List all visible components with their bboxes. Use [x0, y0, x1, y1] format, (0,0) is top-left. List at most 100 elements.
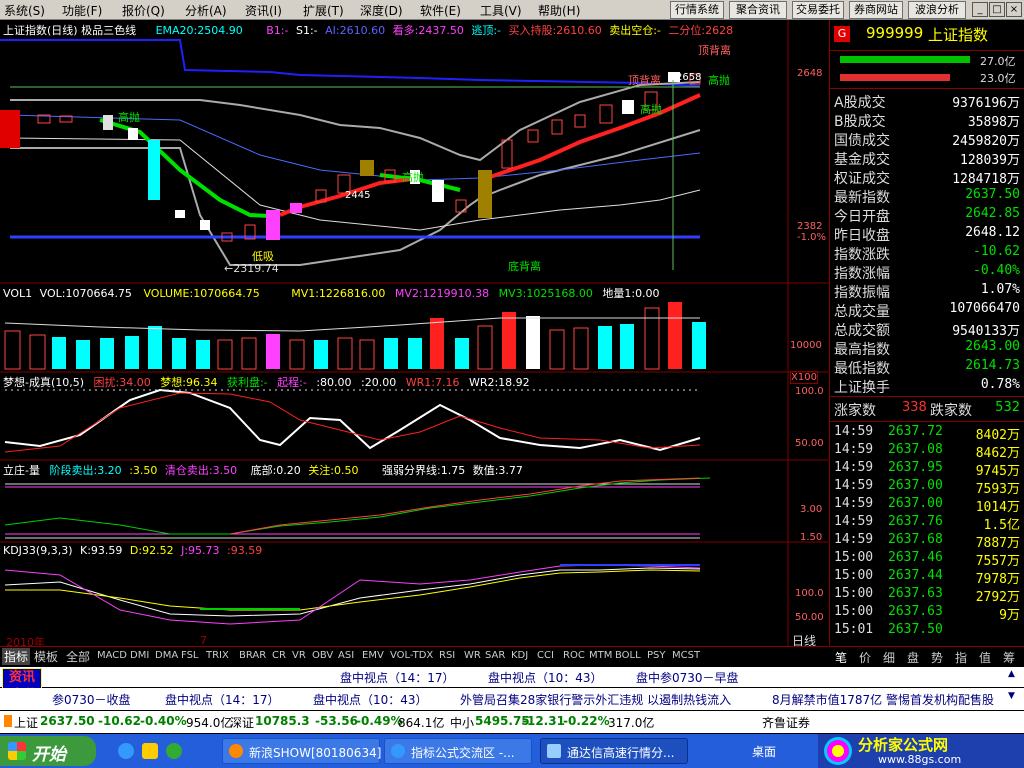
broker-site-button[interactable]: 券商网站 — [849, 1, 903, 19]
tab-book[interactable]: 盘 — [907, 649, 919, 666]
tick-row: 15:00 2637.63 9万 — [832, 604, 1022, 623]
stock-name: 上证指数 — [928, 26, 989, 44]
line80-value: :80.00 — [316, 376, 352, 389]
task-forum[interactable]: 指标公式交流区 -... — [384, 738, 532, 764]
task-sina[interactable]: 新浪SHOW[80180634] — [222, 738, 382, 764]
tab-psy[interactable]: PSY — [647, 650, 666, 661]
tab-sar[interactable]: SAR — [485, 650, 505, 661]
market-system-button[interactable]: 行情系统 — [670, 1, 724, 19]
ie-icon[interactable] — [118, 743, 134, 759]
tab-indicator[interactable]: 指标 — [2, 648, 31, 665]
menu-depth[interactable]: 深度(D) — [360, 2, 403, 19]
tick-time: 14:59 — [834, 442, 874, 457]
desktop-toolbar[interactable]: 桌面 — [752, 743, 776, 760]
y-axis-pct: -1.0% — [797, 232, 827, 243]
sz-name[interactable]: 深证 — [230, 714, 254, 731]
guanzhu-value: 关注:0.50 — [308, 464, 359, 477]
kunrao-value: 困扰:34.00 — [93, 376, 151, 389]
menu-quote[interactable]: 报价(Q) — [122, 2, 165, 19]
folder-icon[interactable] — [142, 743, 158, 759]
zx-name[interactable]: 中小 — [450, 714, 474, 731]
tab-price[interactable]: 价 — [859, 649, 871, 666]
tab-macd[interactable]: MACD — [97, 650, 127, 661]
menu-software[interactable]: 软件(E) — [420, 2, 461, 19]
tab-vol-tdx[interactable]: VOL-TDX — [390, 650, 433, 661]
tab-emv[interactable]: EMV — [362, 650, 384, 661]
menu-tools[interactable]: 工具(V) — [480, 2, 522, 19]
tick-volume: 2792万 — [975, 590, 1020, 605]
start-button[interactable]: 开始 — [0, 736, 96, 766]
ticker1-item-1[interactable]: 盘中视点（14：17） — [340, 669, 455, 686]
ticker2-item-5[interactable]: 8月解禁市值1787亿 警惕首发机构配售股 — [772, 691, 994, 708]
sh-name[interactable]: 上证 — [14, 714, 38, 731]
maximize-button[interactable]: □ — [989, 2, 1005, 17]
quote-label: 总成交量 — [834, 304, 890, 320]
broker-name[interactable]: 齐鲁证券 — [762, 714, 810, 731]
tab-asi[interactable]: ASI — [338, 650, 354, 661]
task-sina-label: 新浪SHOW[80180634] — [249, 746, 382, 760]
quote-label: A股成交 — [834, 95, 886, 111]
tab-vr[interactable]: VR — [292, 650, 306, 661]
ticker2-item-1[interactable]: 参0730－收盘 — [52, 691, 131, 708]
media-icon[interactable] — [166, 743, 182, 759]
tick-row: 14:59 2637.95 9745万 — [832, 460, 1022, 479]
menu-help[interactable]: 帮助(H) — [538, 2, 580, 19]
ticker2-item-4[interactable]: 外管局召集28家银行警示外汇违规 以遏制热钱流入 — [460, 691, 731, 708]
menu-function[interactable]: 功能(F) — [62, 2, 102, 19]
ticker-down-icon[interactable]: ▼ — [1008, 691, 1015, 701]
task-tdx[interactable]: 通达信高速行情分... — [540, 738, 688, 764]
menu-extend[interactable]: 扩展(T) — [303, 2, 344, 19]
label-dingbeili-2: 顶背离 — [628, 74, 661, 87]
wr2-value: WR2:18.92 — [468, 376, 530, 389]
quote-value: 9540133万 — [952, 324, 1020, 339]
tab-trend[interactable]: 势 — [931, 649, 943, 666]
tab-wr[interactable]: WR — [464, 650, 481, 661]
tab-trix[interactable]: TRIX — [206, 650, 229, 661]
trade-button[interactable]: 交易委托 — [792, 1, 844, 19]
erfen-value: 二分位:2628 — [668, 24, 734, 37]
tab-cr[interactable]: CR — [272, 650, 286, 661]
tab-rsi[interactable]: RSI — [439, 650, 455, 661]
tab-mcst[interactable]: MCST — [672, 650, 700, 661]
ticker2-item-2[interactable]: 盘中视点（14：17） — [165, 691, 280, 708]
tab-cci[interactable]: CCI — [537, 650, 554, 661]
tab-boll[interactable]: BOLL — [615, 650, 641, 661]
tab-kdj[interactable]: KDJ — [511, 650, 528, 661]
sz-change: -53.56 — [315, 714, 358, 728]
menu-info[interactable]: 资讯(I) — [245, 2, 282, 19]
label-gaopao-4: 高抛 — [402, 171, 424, 184]
quote-value: -0.40% — [973, 263, 1020, 278]
menu-analysis[interactable]: 分析(A) — [185, 2, 227, 19]
ticker1-item-3[interactable]: 盘中参0730－早盘 — [636, 669, 739, 686]
tab-chips[interactable]: 筹 — [1003, 649, 1015, 666]
tab-roc[interactable]: ROC — [563, 650, 585, 661]
tab-all[interactable]: 全部 — [66, 648, 90, 665]
menu-system[interactable]: 系统(S) — [4, 2, 45, 19]
sh-amount: 954.0亿 — [186, 716, 233, 730]
tab-value[interactable]: 值 — [979, 649, 991, 666]
ticker-up-icon[interactable]: ▲ — [1008, 669, 1015, 679]
qicheng-value: 起程:- — [277, 376, 307, 389]
quote-row: 指数振幅 1.07% — [832, 282, 1022, 301]
tab-template[interactable]: 模板 — [34, 648, 58, 665]
kdj-title: KDJ33(9,3,3) — [3, 544, 73, 557]
tab-fsl[interactable]: FSL — [181, 650, 199, 661]
tab-dma[interactable]: DMA — [155, 650, 178, 661]
tab-index[interactable]: 指 — [955, 649, 967, 666]
tab-obv[interactable]: OBV — [312, 650, 333, 661]
ticker2-item-3[interactable]: 盘中视点（10：43） — [313, 691, 428, 708]
wave-analysis-button[interactable]: 波浪分析 — [908, 1, 966, 19]
tab-mtm[interactable]: MTM — [589, 650, 612, 661]
tab-dmi[interactable]: DMI — [130, 650, 149, 661]
windows-logo-icon — [8, 742, 26, 760]
minimize-button[interactable]: _ — [972, 2, 988, 17]
kdj-axis-100: 100.0 — [795, 588, 824, 599]
tab-detail[interactable]: 细 — [883, 649, 895, 666]
tick-price: 2637.50 — [888, 622, 943, 637]
news-aggregate-button[interactable]: 聚合资讯 — [729, 1, 787, 19]
qingcang-value: 清仓卖出:3.50 — [164, 464, 238, 477]
tab-trades[interactable]: 笔 — [835, 649, 847, 666]
ticker1-item-2[interactable]: 盘中视点（10：43） — [488, 669, 603, 686]
close-button[interactable]: × — [1006, 2, 1022, 17]
tab-brar[interactable]: BRAR — [239, 650, 266, 661]
